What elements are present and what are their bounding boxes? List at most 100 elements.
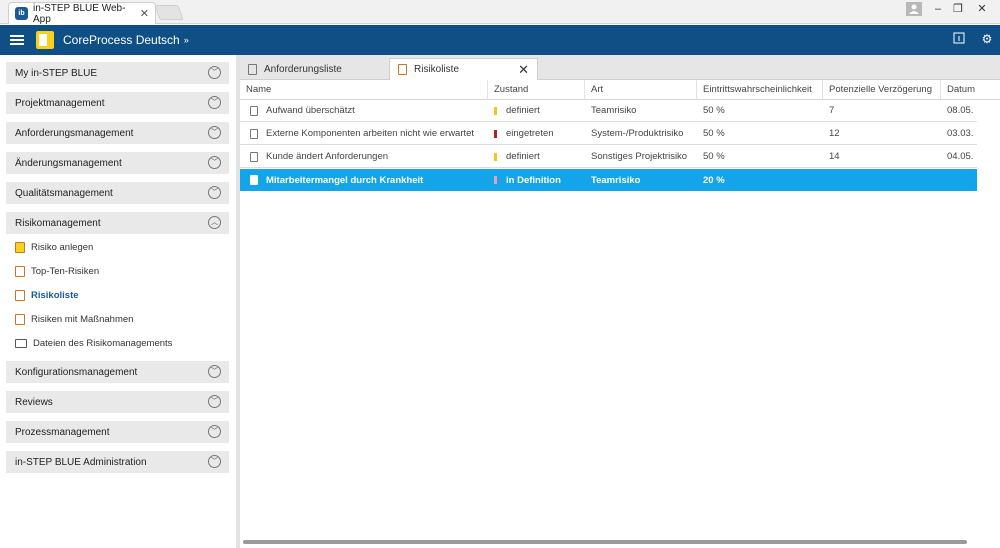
cell-state: definiert	[488, 146, 585, 167]
cell-type: Teamrisiko	[585, 100, 697, 121]
cell-text: 7	[829, 105, 835, 116]
browser-tab[interactable]: ib in-STEP BLUE Web-App ✕	[8, 2, 156, 25]
info-panel-icon[interactable]	[952, 32, 966, 46]
sidebar-section-prozessmanagement[interactable]: Prozessmanagement ﹀	[6, 421, 229, 443]
sidebar-section-reviews[interactable]: Reviews ﹀	[6, 391, 229, 413]
chevron-down-icon[interactable]: ﹀	[208, 425, 221, 438]
cell-text: definiert	[506, 105, 540, 116]
project-title[interactable]: CoreProcess Deutsch	[63, 33, 180, 47]
horizontal-scrollbar[interactable]	[243, 540, 967, 544]
sidebar-section-label: Konfigurationsmanagement	[15, 366, 138, 378]
new-tab-button[interactable]	[154, 5, 184, 20]
chevron-down-icon[interactable]: ﹀	[208, 186, 221, 199]
cell-state: eingetreten	[488, 123, 585, 144]
state-indicator-icon	[494, 129, 497, 138]
sidebar-item-risiko-anlegen[interactable]: Risiko anlegen	[15, 239, 93, 255]
cell-text: 14	[829, 151, 840, 162]
close-window-icon[interactable]: ✕	[972, 1, 992, 17]
hamburger-menu-icon[interactable]	[10, 33, 24, 47]
minimize-window-icon[interactable]: ‒	[928, 1, 948, 17]
app-header: CoreProcess Deutsch » ⚙	[0, 25, 1000, 55]
close-tab-icon[interactable]: ✕	[140, 7, 149, 20]
user-icon	[909, 4, 919, 14]
sidebar-item-label: Risikoliste	[31, 289, 79, 301]
sidebar-section-label: Qualitätsmanagement	[15, 187, 113, 199]
cell-date: 04.05.	[941, 146, 1000, 167]
cell-text: 08.05.	[947, 105, 974, 116]
cell-state: in Definition	[488, 169, 585, 191]
document-icon	[250, 128, 258, 139]
column-header-art[interactable]: Art	[585, 80, 697, 99]
cell-delay	[823, 169, 941, 191]
table-row[interactable]: Mitarbeitermangel durch Krankheit in Defi…	[240, 169, 977, 191]
chevron-down-icon[interactable]: ﹀	[208, 126, 221, 139]
sidebar-section-qualit-tsmanagement[interactable]: Qualitätsmanagement ﹀	[6, 182, 229, 204]
chevron-down-icon[interactable]: ﹀	[208, 455, 221, 468]
close-tab-icon[interactable]: ✕	[518, 62, 529, 78]
sidebar-section-label: in-STEP BLUE Administration	[15, 456, 147, 468]
project-logo-icon	[36, 31, 54, 49]
sidebar-section-projektmanagement[interactable]: Projektmanagement ﹀	[6, 92, 229, 114]
document-icon	[250, 151, 258, 162]
document-tab-bar: Anforderungsliste Risikoliste ✕	[240, 55, 1000, 80]
sidebar-item-label: Dateien des Risikomanagements	[33, 337, 173, 349]
table-row[interactable]: Aufwand überschätzt definiert Teamrisiko 50…	[240, 100, 977, 122]
sidebar-item-risiken-mit-ma-nahmen[interactable]: Risiken mit Maßnahmen	[15, 311, 133, 327]
cell-text: Teamrisiko	[591, 105, 637, 116]
sidebar-section-my-in-step-blue[interactable]: My in-STEP BLUE ﹀	[6, 62, 229, 84]
cell-text: 20 %	[703, 174, 725, 186]
column-header-potenzielle-verz-gerung[interactable]: Potenzielle Verzögerung	[823, 80, 941, 99]
chevron-down-icon[interactable]: ﹀	[208, 66, 221, 79]
state-indicator-icon	[494, 176, 497, 184]
column-header-eintrittswahrscheinlichkeit[interactable]: Eintrittswahrscheinlichkeit	[697, 80, 823, 99]
chevron-down-icon[interactable]: ﹀	[208, 365, 221, 378]
cell-name: Mitarbeitermangel durch Krankheit	[240, 169, 488, 191]
settings-gear-icon[interactable]: ⚙	[980, 32, 994, 46]
cell-text: in Definition	[506, 174, 561, 186]
sidebar-section-label: Anforderungsmanagement	[15, 127, 134, 139]
cell-text: definiert	[506, 151, 540, 162]
cell-type: System-/Produktrisiko	[585, 123, 697, 144]
sidebar-section-label: Projektmanagement	[15, 97, 105, 109]
cell-date	[941, 169, 1000, 191]
cell-text: Teamrisiko	[591, 174, 641, 186]
table-row[interactable]: Externe Komponenten arbeiten nicht wie e…	[240, 123, 977, 145]
tab-risikoliste[interactable]: Risikoliste ✕	[389, 58, 538, 80]
tab-anforderungsliste[interactable]: Anforderungsliste	[240, 58, 388, 80]
sidebar-section-anforderungsmanagement[interactable]: Anforderungsmanagement ﹀	[6, 122, 229, 144]
cell-text: System-/Produktrisiko	[591, 128, 684, 139]
cell-text: 50 %	[703, 128, 725, 139]
sidebar-section-konfigurationsmanagement[interactable]: Konfigurationsmanagement ﹀	[6, 361, 229, 383]
sidebar-item-dateien-des-risikomanagements[interactable]: Dateien des Risikomanagements	[15, 335, 172, 351]
cell-text: Kunde ändert Anforderungen	[266, 151, 389, 162]
sidebar-section--nderungsmanagement[interactable]: Änderungsmanagement ﹀	[6, 152, 229, 174]
chevron-up-icon[interactable]: ︿	[208, 216, 221, 229]
cell-probability: 20 %	[697, 169, 823, 191]
sidebar-item-label: Top-Ten-Risiken	[31, 265, 100, 277]
table-row[interactable]: Kunde ändert Anforderungen definiert Sonst…	[240, 146, 977, 168]
sidebar-item-top-ten-risiken[interactable]: Top-Ten-Risiken	[15, 263, 99, 279]
column-header-datum[interactable]: Datum	[941, 80, 1000, 99]
project-dropdown-chevron-icon[interactable]: »	[184, 35, 189, 45]
sidebar-section-risikomanagement[interactable]: Risikomanagement ︿	[6, 212, 229, 234]
cell-delay: 14	[823, 146, 941, 167]
cell-type: Teamrisiko	[585, 169, 697, 191]
chevron-down-icon[interactable]: ﹀	[208, 395, 221, 408]
column-header-name[interactable]: Name	[240, 80, 488, 99]
cell-text: 12	[829, 128, 840, 139]
sidebar-section-label: My in-STEP BLUE	[15, 67, 98, 79]
sidebar-section-label: Prozessmanagement	[15, 426, 110, 438]
user-profile-button[interactable]	[906, 2, 922, 16]
cell-text: 04.05.	[947, 151, 974, 162]
cell-name: Externe Komponenten arbeiten nicht wie e…	[240, 123, 488, 144]
restore-window-icon[interactable]: ❐	[948, 1, 968, 17]
sidebar-section-label: Reviews	[15, 396, 53, 408]
sidebar-item-label: Risiko anlegen	[31, 241, 94, 253]
column-header-zustand[interactable]: Zustand	[488, 80, 585, 99]
sidebar-item-risikoliste[interactable]: Risikoliste	[15, 287, 79, 303]
chevron-down-icon[interactable]: ﹀	[208, 96, 221, 109]
sidebar-section-in-step-blue-administration[interactable]: in-STEP BLUE Administration ﹀	[6, 451, 229, 473]
app-logo-icon: ib	[15, 7, 28, 20]
cell-text: 50 %	[703, 151, 725, 162]
chevron-down-icon[interactable]: ﹀	[208, 156, 221, 169]
